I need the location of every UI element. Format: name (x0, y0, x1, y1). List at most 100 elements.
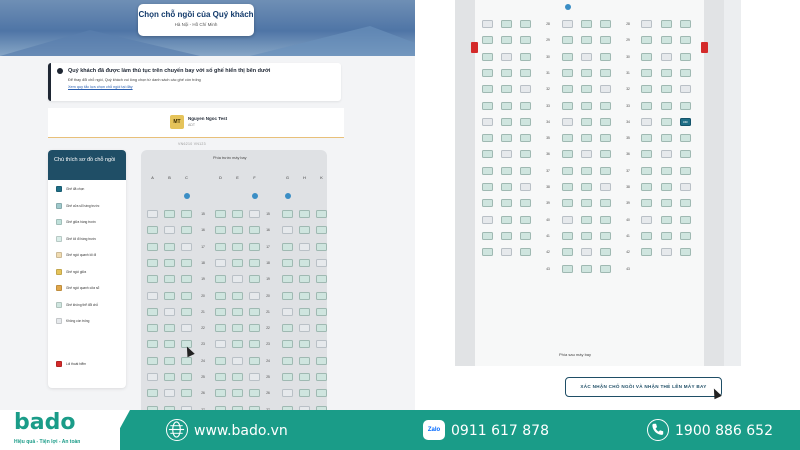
seat[interactable] (147, 242, 158, 251)
seat[interactable] (641, 85, 652, 94)
seat[interactable] (249, 258, 260, 267)
seat[interactable] (581, 134, 592, 143)
seat[interactable] (641, 248, 652, 257)
seat[interactable] (562, 52, 573, 61)
seat[interactable] (661, 68, 672, 77)
seat[interactable] (164, 242, 175, 251)
seat[interactable] (482, 199, 493, 208)
seat[interactable] (600, 20, 611, 28)
seat[interactable] (164, 356, 175, 365)
seat[interactable] (581, 101, 592, 110)
seat[interactable] (562, 68, 573, 77)
seat[interactable] (680, 166, 691, 175)
seat[interactable] (520, 215, 531, 224)
seat[interactable] (600, 231, 611, 240)
seat[interactable] (562, 166, 573, 175)
seat[interactable] (562, 150, 573, 159)
seat[interactable] (299, 258, 310, 267)
seat[interactable] (562, 85, 573, 94)
seat[interactable] (501, 134, 512, 143)
seat[interactable] (562, 101, 573, 110)
seat[interactable] (600, 166, 611, 175)
seat[interactable] (581, 231, 592, 240)
seat[interactable] (316, 324, 327, 333)
seat[interactable] (520, 101, 531, 110)
seat[interactable] (600, 36, 611, 45)
seat[interactable] (482, 150, 493, 159)
seat[interactable] (581, 183, 592, 191)
seat[interactable] (164, 373, 175, 381)
seat[interactable] (501, 166, 512, 175)
passenger-card[interactable]: MT Nguyen Ngoc Test ADT (48, 108, 344, 138)
seat[interactable] (680, 68, 691, 77)
bado-logo[interactable]: bado Hiệu quả - Tiện lợi - An toàn (0, 410, 120, 450)
seat[interactable] (232, 210, 243, 218)
seat[interactable] (299, 275, 310, 284)
seat[interactable] (232, 291, 243, 300)
seat[interactable] (680, 199, 691, 208)
seat[interactable] (249, 307, 260, 316)
seat[interactable] (215, 242, 226, 251)
seat[interactable] (520, 134, 531, 143)
seat[interactable] (282, 340, 293, 349)
seat[interactable] (581, 166, 592, 175)
seat[interactable] (232, 373, 243, 381)
seat[interactable] (147, 258, 158, 267)
seat[interactable] (215, 356, 226, 365)
seat[interactable] (581, 199, 592, 208)
seat[interactable] (600, 264, 611, 273)
seat[interactable] (181, 389, 192, 398)
seat[interactable] (249, 226, 260, 235)
seat[interactable] (181, 226, 192, 235)
seat[interactable] (215, 307, 226, 316)
seat[interactable] (581, 20, 592, 28)
seat[interactable] (249, 324, 260, 333)
seat[interactable] (562, 183, 573, 191)
seat[interactable] (482, 248, 493, 257)
seat[interactable] (316, 356, 327, 365)
seat[interactable] (520, 166, 531, 175)
seat[interactable] (282, 324, 293, 333)
seat[interactable] (680, 36, 691, 45)
seat[interactable] (316, 226, 327, 235)
seat[interactable] (641, 36, 652, 45)
seat[interactable] (215, 226, 226, 235)
seat[interactable] (581, 117, 592, 126)
seat[interactable] (147, 324, 158, 333)
seat[interactable] (600, 101, 611, 110)
seat[interactable] (232, 340, 243, 349)
seat[interactable] (600, 248, 611, 257)
seat[interactable] (181, 356, 192, 365)
seat[interactable] (232, 258, 243, 267)
seat[interactable] (316, 291, 327, 300)
seat[interactable] (581, 85, 592, 94)
seat[interactable] (520, 36, 531, 45)
seat[interactable] (299, 226, 310, 235)
seat[interactable] (282, 275, 293, 284)
seat[interactable] (581, 264, 592, 273)
seat[interactable] (641, 231, 652, 240)
seat[interactable] (680, 134, 691, 143)
seat[interactable] (641, 199, 652, 208)
seat[interactable] (164, 340, 175, 349)
seat[interactable] (316, 275, 327, 284)
seat[interactable] (501, 117, 512, 126)
seat[interactable] (147, 226, 158, 235)
seat[interactable] (249, 340, 260, 349)
seat[interactable] (232, 307, 243, 316)
seat[interactable] (181, 307, 192, 316)
seat[interactable] (482, 85, 493, 94)
seat[interactable] (299, 307, 310, 316)
seat[interactable] (215, 210, 226, 218)
seat[interactable] (215, 389, 226, 398)
seat[interactable] (282, 242, 293, 251)
seat[interactable] (232, 324, 243, 333)
seat[interactable] (299, 373, 310, 381)
seat[interactable] (661, 85, 672, 94)
seat[interactable] (680, 101, 691, 110)
seat[interactable] (680, 150, 691, 159)
seat[interactable] (581, 36, 592, 45)
seat[interactable] (680, 231, 691, 240)
seat[interactable] (316, 210, 327, 218)
seat[interactable] (661, 183, 672, 191)
